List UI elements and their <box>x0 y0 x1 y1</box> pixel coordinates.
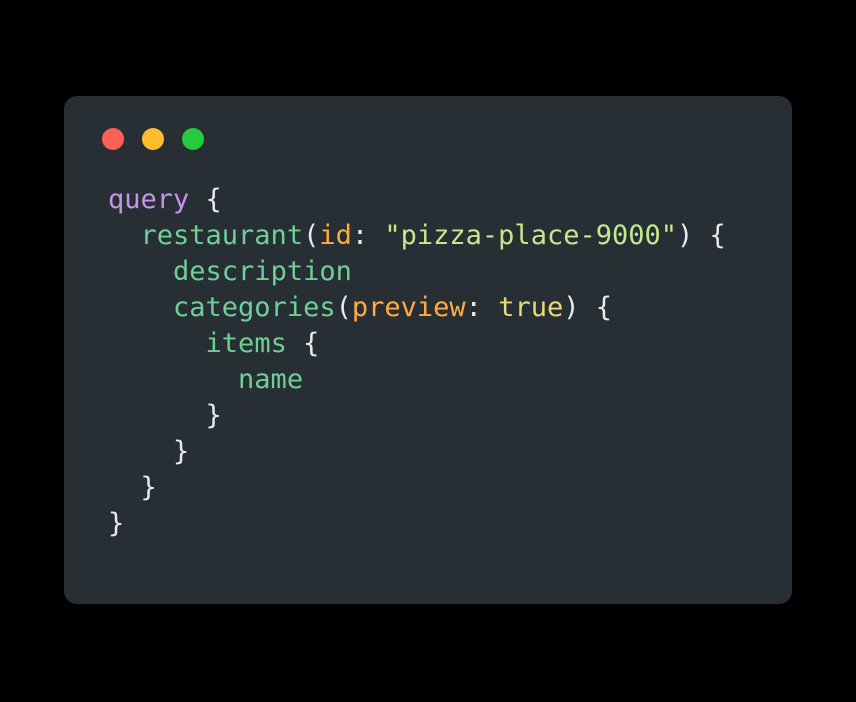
code-token-punct: ( <box>303 220 320 251</box>
code-token-field: description <box>173 256 352 287</box>
minimize-icon[interactable] <box>142 128 164 150</box>
code-token-field: categories <box>173 292 336 323</box>
code-token-keyword: query <box>108 184 190 215</box>
code-token-punct: } <box>173 436 190 467</box>
code-line: restaurant(id: "pizza-place-9000") { <box>108 218 792 254</box>
code-block[interactable]: query { restaurant(id: "pizza-place-9000… <box>108 182 792 604</box>
maximize-icon[interactable] <box>182 128 204 150</box>
code-token-punct: ) <box>677 220 694 251</box>
code-line: query { <box>108 182 792 218</box>
code-token-argument: id <box>319 220 352 251</box>
code-token-argument: preview <box>351 292 466 323</box>
code-line: } <box>108 434 792 470</box>
code-token-field: name <box>238 364 304 395</box>
code-token-string: "pizza-place-9000" <box>384 220 677 251</box>
code-token-punct: : <box>465 292 482 323</box>
code-line: items { <box>108 326 792 362</box>
code-token-punct: { <box>205 184 222 215</box>
code-token-punct: { <box>303 328 320 359</box>
code-token-punct: { <box>595 292 613 323</box>
code-token-punct: } <box>205 400 222 431</box>
code-line: } <box>108 398 792 434</box>
screenshot-canvas: query { restaurant(id: "pizza-place-9000… <box>0 0 856 702</box>
code-line: description <box>108 254 792 290</box>
code-token-punct: } <box>108 508 125 539</box>
code-token-punct: ( <box>335 292 352 323</box>
code-token-punct: ) <box>563 292 580 323</box>
close-icon[interactable] <box>102 128 124 150</box>
code-token-field: restaurant <box>140 220 304 251</box>
code-token-punct: : <box>351 220 369 251</box>
code-line: } <box>108 470 792 506</box>
code-line: name <box>108 362 792 398</box>
code-line: } <box>108 506 792 542</box>
code-token-boolean: true <box>498 292 564 323</box>
code-token-field: items <box>205 328 287 359</box>
code-token-punct: } <box>140 472 157 503</box>
window-titlebar[interactable] <box>64 96 792 182</box>
code-window: query { restaurant(id: "pizza-place-9000… <box>64 96 792 604</box>
code-token-punct: { <box>709 220 726 251</box>
code-line: categories(preview: true) { <box>108 290 792 326</box>
